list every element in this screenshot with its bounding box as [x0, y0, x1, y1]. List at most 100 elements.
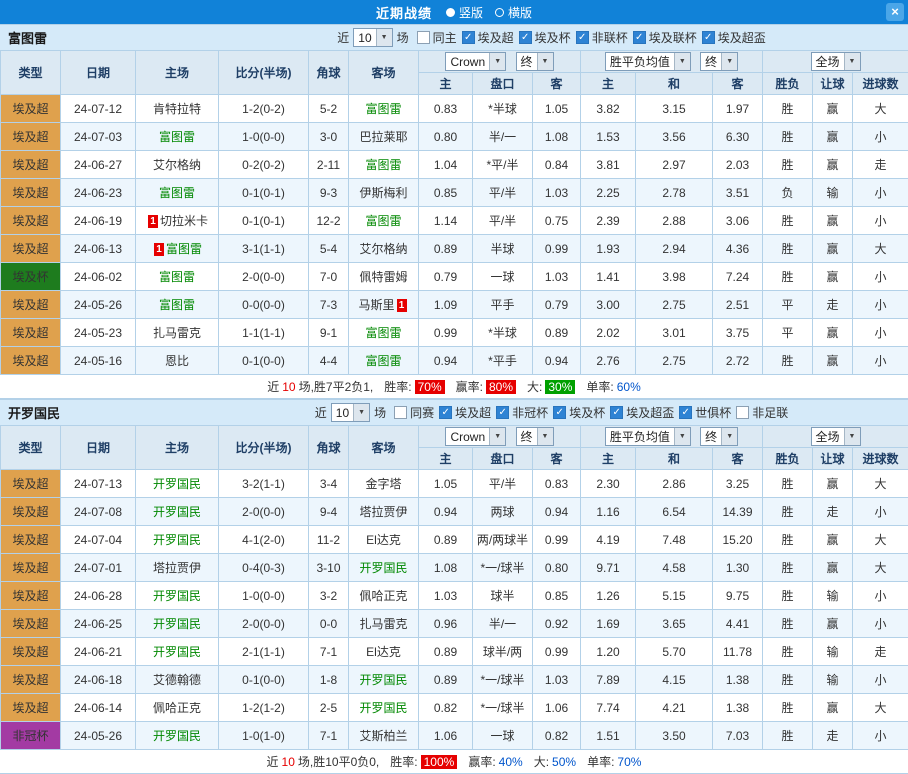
team-name: 艾尔格纳	[359, 242, 407, 256]
date-cell: 24-05-23	[61, 319, 136, 347]
checkbox-checked-icon[interactable]: ✓	[553, 406, 566, 419]
section-header: 开罗国民 近 10▼ 场 同赛✓埃及超✓非冠杯✓埃及杯✓埃及超盃✓世俱杯非足联	[0, 399, 908, 425]
near-label: 近	[315, 404, 327, 421]
asia-home-odds-cell: 0.99	[419, 319, 473, 347]
bookmaker-select[interactable]: Crown▼	[445, 427, 506, 446]
score-cell: 2-0(0-0)	[219, 498, 309, 526]
checkbox-checked-icon[interactable]: ✓	[633, 31, 646, 44]
date-cell: 24-06-25	[61, 610, 136, 638]
close-button[interactable]: ×	[886, 3, 904, 21]
home-team-cell: 开罗国民	[136, 638, 219, 666]
date-cell: 24-06-18	[61, 666, 136, 694]
summary-stat-value: 30%	[545, 380, 575, 394]
col-date: 日期	[61, 426, 136, 470]
result-cell: 胜	[763, 470, 813, 498]
match-row: 埃及超24-07-01塔拉贾伊0-4(0-3)3-10开罗国民1.08*一/球半…	[1, 554, 908, 582]
score-cell: 0-2(0-2)	[219, 151, 309, 179]
filter-checkbox-非联杯[interactable]: ✓非联杯	[576, 29, 628, 46]
result-cell: 胜	[763, 526, 813, 554]
asia-away-odds-cell: 0.99	[533, 638, 581, 666]
filter-checkbox-埃及杯[interactable]: ✓埃及杯	[553, 404, 605, 421]
home-team-cell: 1切拉米卡	[136, 207, 219, 235]
euro-home-odds-cell: 3.81	[581, 151, 636, 179]
team-name: 巴拉莱耶	[359, 130, 407, 144]
euro-away-odds-cell: 9.75	[713, 582, 763, 610]
filter-label: 非冠杯	[512, 404, 548, 421]
checkbox-checked-icon[interactable]: ✓	[702, 31, 715, 44]
euro-stage-select[interactable]: 终▼	[700, 427, 738, 446]
checkbox-checked-icon[interactable]: ✓	[519, 31, 532, 44]
dropdown-arrow-icon: ▼	[489, 428, 505, 445]
checkbox-checked-icon[interactable]: ✓	[679, 406, 692, 419]
match-row: 埃及超24-06-27艾尔格纳0-2(0-2)2-11富图雷1.04*平/半0.…	[1, 151, 908, 179]
checkbox-checked-icon[interactable]: ✓	[462, 31, 475, 44]
team-name-heading: 开罗国民	[0, 403, 200, 422]
away-team-cell: 艾尔格纳	[349, 235, 419, 263]
away-team-cell: 富图雷	[349, 207, 419, 235]
col-euro-home: 主	[581, 448, 636, 470]
summary-lead: 近	[267, 378, 279, 395]
asia-stage-select[interactable]: 终▼	[516, 52, 554, 71]
checkbox-checked-icon[interactable]: ✓	[496, 406, 509, 419]
euro-away-odds-cell: 2.72	[713, 347, 763, 375]
team-name: 富图雷	[159, 270, 195, 284]
scope-select[interactable]: 全场▼	[811, 52, 861, 71]
corners-cell: 9-3	[309, 179, 349, 207]
filter-checkbox-埃及杯[interactable]: ✓埃及杯	[519, 29, 571, 46]
summary-stat-value: 50%	[552, 755, 576, 769]
euro-odds-select[interactable]: 胜平负均值▼	[605, 52, 691, 71]
filter-checkbox-世俱杯[interactable]: ✓世俱杯	[679, 404, 731, 421]
filter-checkbox-同主[interactable]: 同主	[417, 29, 457, 46]
bookmaker-select[interactable]: Crown▼	[445, 52, 506, 71]
asia-home-odds-cell: 0.79	[419, 263, 473, 291]
recent-count-select[interactable]: 10▼	[353, 28, 392, 47]
score-cell: 2-1(1-1)	[219, 638, 309, 666]
team-name: 艾德翰德	[153, 673, 201, 687]
filter-checkbox-埃及超[interactable]: ✓埃及超	[462, 29, 514, 46]
summary-tail: 场,胜7平2负1,	[299, 378, 374, 395]
corners-cell: 11-2	[309, 526, 349, 554]
filter-checkboxes: 同赛✓埃及超✓非冠杯✓埃及杯✓埃及超盃✓世俱杯非足联	[394, 404, 793, 421]
checkbox-checked-icon[interactable]: ✓	[439, 406, 452, 419]
view-option[interactable]: 横版	[495, 4, 532, 21]
result-cell: 胜	[763, 498, 813, 526]
filter-checkbox-非冠杯[interactable]: ✓非冠杯	[496, 404, 548, 421]
radio-icon[interactable]	[446, 8, 455, 17]
asia-home-odds-cell: 0.82	[419, 694, 473, 722]
filter-checkbox-同赛[interactable]: 同赛	[394, 404, 434, 421]
view-mode-options: 竖版横版	[446, 4, 532, 21]
asia-home-odds-cell: 0.83	[419, 95, 473, 123]
checkbox-unchecked-icon[interactable]	[736, 406, 749, 419]
euro-draw-odds-cell: 5.70	[636, 638, 713, 666]
col-away: 客场	[349, 426, 419, 470]
view-option[interactable]: 竖版	[446, 4, 483, 21]
red-card-badge: 1	[397, 299, 407, 312]
euro-home-odds-cell: 1.53	[581, 123, 636, 151]
radio-icon[interactable]	[495, 8, 504, 17]
col-result: 胜负	[763, 448, 813, 470]
checkbox-unchecked-icon[interactable]	[394, 406, 407, 419]
filter-bar: 近 10▼ 场 同赛✓埃及超✓非冠杯✓埃及杯✓埃及超盃✓世俱杯非足联	[200, 403, 908, 422]
checkbox-checked-icon[interactable]: ✓	[576, 31, 589, 44]
corners-cell: 1-8	[309, 666, 349, 694]
team-name: 开罗国民	[359, 673, 407, 687]
scope-select[interactable]: 全场▼	[811, 427, 861, 446]
match-row: 埃及超24-07-08开罗国民2-0(0-0)9-4塔拉贾伊0.94两球0.94…	[1, 498, 908, 526]
handicap-cell: 半/一	[473, 123, 533, 151]
filter-checkbox-埃及超盃[interactable]: ✓埃及超盃	[610, 404, 674, 421]
euro-stage-select[interactable]: 终▼	[700, 52, 738, 71]
checkbox-unchecked-icon[interactable]	[417, 31, 430, 44]
filter-checkbox-埃及超盃[interactable]: ✓埃及超盃	[702, 29, 766, 46]
checkbox-checked-icon[interactable]: ✓	[610, 406, 623, 419]
summary-stat-label: 单率:	[587, 753, 614, 770]
team-name: 开罗国民	[153, 477, 201, 491]
filter-checkbox-非足联[interactable]: 非足联	[736, 404, 788, 421]
handicap-cell: 平/半	[473, 179, 533, 207]
filter-checkbox-埃及超[interactable]: ✓埃及超	[439, 404, 491, 421]
euro-odds-select[interactable]: 胜平负均值▼	[605, 427, 691, 446]
recent-count-select[interactable]: 10▼	[331, 403, 370, 422]
filter-checkbox-埃及联杯[interactable]: ✓埃及联杯	[633, 29, 697, 46]
filter-label: 埃及超	[478, 29, 514, 46]
asia-away-odds-cell: 1.03	[533, 179, 581, 207]
asia-stage-select[interactable]: 终▼	[516, 427, 554, 446]
